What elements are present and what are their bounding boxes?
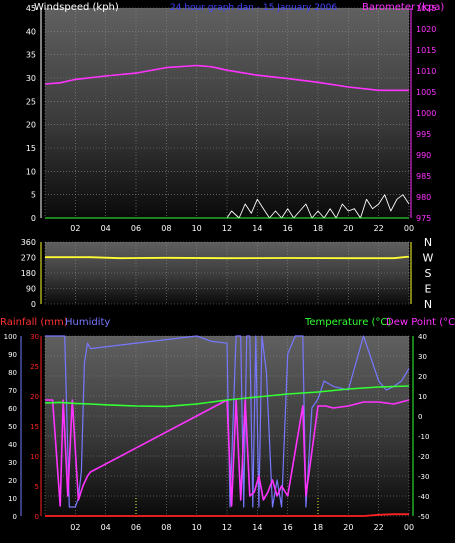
x-tick-label: 14: [252, 224, 262, 233]
y-tick-label-wind: 25: [26, 97, 36, 106]
y-tick-label-temp: 20: [418, 373, 427, 381]
y-tick-label-temp: -10: [418, 433, 429, 441]
x-tick-label: 22: [374, 523, 384, 532]
y-tick-label-rain: 0: [35, 513, 39, 521]
temperature-label: Temperature (°C): [304, 317, 391, 328]
weather-graph-page: 02 02 04 04 06 06 08 08 10 10 12 12 14 14 16 16 18 18 20 20…: [0, 0, 455, 543]
y-tick-label-wind: 15: [26, 144, 36, 153]
y-tick-label-humidity: 50: [8, 423, 17, 431]
compass-label: E: [425, 283, 432, 296]
y-tick-label-temp: 40: [418, 333, 427, 341]
y-tick-label-baro: 980: [416, 193, 431, 202]
x-tick-label: 22: [374, 224, 384, 233]
y-tick-label-humidity: 10: [8, 495, 17, 503]
compass-label: N: [424, 298, 432, 311]
y-tick-label-baro: 995: [416, 130, 431, 139]
y-tick-label-temp: 30: [418, 353, 427, 361]
x-tick-label: 14: [252, 523, 262, 532]
y-tick-label-humidity: 20: [8, 477, 17, 485]
y-tick-label-baro: 985: [416, 172, 431, 181]
x-tick-label: 18: [313, 224, 323, 233]
x-tick-label: 12: [222, 224, 232, 233]
y-tick-label-direction: 0: [31, 300, 36, 309]
y-tick-label-rain: 10: [30, 453, 39, 461]
y-tick-label-humidity: 90: [8, 351, 17, 359]
compass-label: N: [424, 236, 432, 249]
x-tick-label: 04: [101, 523, 111, 532]
y-tick-label-humidity: 60: [8, 405, 17, 413]
y-tick-label-rain: 25: [30, 363, 39, 371]
y-tick-label-direction: 270: [21, 254, 36, 263]
rainfall-label: Rainfall (mm): [0, 317, 68, 328]
period-label: 24 hour graph dan - 15 January 2006: [170, 3, 337, 13]
y-tick-label-rain: 20: [30, 393, 39, 401]
y-tick-label-direction: 90: [26, 285, 36, 294]
y-tick-label-direction: 360: [21, 238, 36, 247]
y-tick-label-temp: -30: [418, 473, 429, 481]
y-tick-label-humidity: 100: [4, 333, 17, 341]
x-tick-label: 04: [101, 224, 111, 233]
compass-label: W: [423, 252, 434, 265]
y-tick-label-baro: 1010: [416, 67, 436, 76]
x-tick-label: 08: [161, 224, 171, 233]
y-tick-label-baro: 1005: [416, 88, 436, 97]
x-tick-label: 00: [404, 523, 414, 532]
y-tick-label-rain: 15: [30, 423, 39, 431]
x-tick-label: 06: [131, 224, 141, 233]
x-tick-label: 00: [404, 224, 414, 233]
y-tick-label-wind: 35: [26, 51, 36, 60]
y-tick-label-humidity: 70: [8, 387, 17, 395]
x-tick-label: 20: [343, 224, 353, 233]
x-tick-label: 08: [161, 523, 171, 532]
x-tick-label: 02: [70, 523, 80, 532]
y-tick-label-humidity: 30: [8, 459, 17, 467]
x-tick-label: 16: [283, 523, 293, 532]
dewpoint-label: Dew Point (°C): [386, 317, 455, 328]
y-tick-label-temp: -50: [418, 513, 429, 521]
y-tick-label-direction: 180: [21, 269, 36, 278]
y-tick-label-wind: 5: [31, 191, 36, 200]
x-tick-label: 20: [343, 523, 353, 532]
weather-chart-svg: 0202040406060808101012121414161618182020…: [0, 2, 455, 532]
y-tick-label-wind: 0: [31, 214, 36, 223]
y-tick-label-humidity: 80: [8, 369, 17, 377]
y-tick-label-temp: -40: [418, 493, 429, 501]
y-tick-label-wind: 30: [26, 74, 36, 83]
barometer-label: Barometer (kpa): [362, 2, 444, 13]
y-tick-label-rain: 5: [35, 483, 39, 491]
y-tick-label-wind: 10: [26, 167, 36, 176]
x-tick-label: 10: [192, 224, 202, 233]
y-tick-label-baro: 1015: [416, 46, 436, 55]
y-tick-label-temp: -20: [418, 453, 429, 461]
compass-label: S: [425, 267, 432, 280]
y-tick-label-humidity: 40: [8, 441, 17, 449]
windspeed-label: Windspeed (kph): [34, 2, 119, 13]
x-tick-label: 06: [131, 523, 141, 532]
y-tick-label-wind: 40: [26, 27, 36, 36]
y-tick-label-baro: 990: [416, 151, 431, 160]
humidity-label: Humidity: [65, 317, 110, 328]
y-tick-label-temp: 10: [418, 393, 427, 401]
x-tick-label: 10: [192, 523, 202, 532]
x-tick-label: 16: [283, 224, 293, 233]
y-tick-label-rain: 30: [30, 333, 39, 341]
y-tick-label-baro: 975: [416, 214, 431, 223]
y-tick-label-baro: 1000: [416, 109, 436, 118]
x-tick-label: 02: [70, 224, 80, 233]
y-tick-label-baro: 1020: [416, 25, 436, 34]
y-tick-label-humidity: 0: [13, 513, 17, 521]
x-tick-label: 12: [222, 523, 232, 532]
y-tick-label-temp: 0: [418, 413, 422, 421]
x-tick-label: 18: [313, 523, 323, 532]
y-tick-label-wind: 20: [26, 121, 36, 130]
